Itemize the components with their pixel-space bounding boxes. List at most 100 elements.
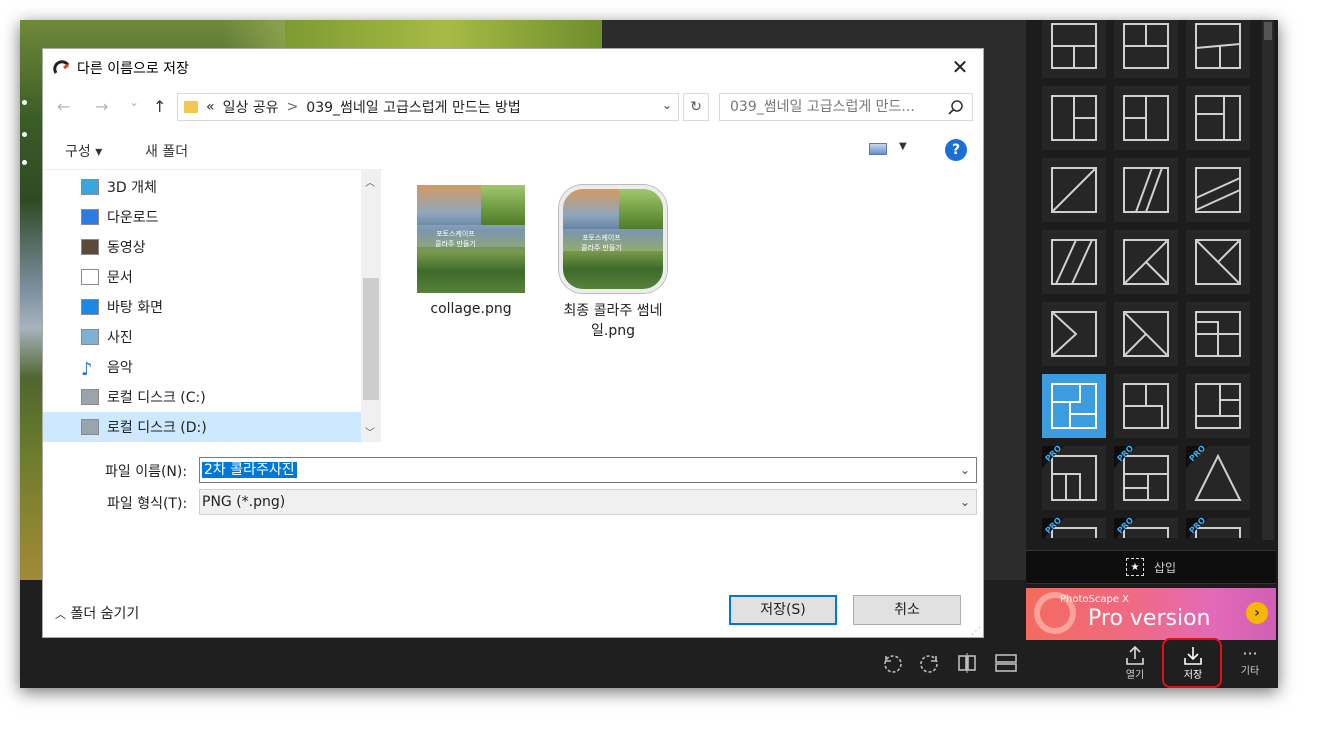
bottom-toolbar: 열기 저장 ··· 기타 bbox=[20, 640, 1278, 688]
insert-button[interactable]: ★ 삽입 bbox=[1026, 550, 1276, 584]
nav-item-label: 로컬 디스크 (C:) bbox=[107, 390, 206, 406]
frame-layout-option[interactable] bbox=[1186, 20, 1250, 78]
frame-layout-option[interactable] bbox=[1186, 374, 1250, 438]
filetype-label: 파일 형식(T): bbox=[107, 496, 188, 512]
frame-layout-option[interactable] bbox=[1114, 158, 1178, 222]
nav-item[interactable]: 다운로드 bbox=[81, 202, 381, 232]
frame-layout-option[interactable] bbox=[1114, 86, 1178, 150]
flip-horizontal-icon[interactable] bbox=[956, 652, 978, 674]
star-icon: ★ bbox=[1125, 558, 1144, 576]
recent-locations-icon[interactable]: ⌄ bbox=[129, 95, 139, 109]
search-input[interactable]: 039_썸네일 고급스럽게 만드... bbox=[719, 93, 973, 121]
open-button[interactable]: 열기 bbox=[1122, 644, 1148, 681]
file-thumbnail: 포토스케이프 콜라주 만들기 bbox=[417, 185, 525, 293]
frame-layout-option[interactable] bbox=[1042, 158, 1106, 222]
frame-layout-option[interactable] bbox=[1186, 230, 1250, 294]
nav-item-label: 동영상 bbox=[107, 240, 146, 256]
flip-vertical-icon[interactable] bbox=[994, 652, 1018, 674]
frame-layout-option[interactable] bbox=[1186, 86, 1250, 150]
nav-item-label: 사진 bbox=[107, 330, 133, 346]
filename-field[interactable]: 2차 콜라주사진 ⌄ bbox=[199, 457, 977, 483]
frame-layout-option[interactable]: PRO bbox=[1186, 444, 1250, 510]
document-icon bbox=[81, 269, 99, 285]
desktop-icon bbox=[81, 299, 99, 315]
layout-icon bbox=[1195, 311, 1241, 357]
layout-icon bbox=[1051, 311, 1097, 357]
rotate-right-icon[interactable] bbox=[918, 652, 940, 674]
file-item[interactable]: 포토스케이프 콜라주 만들기 collage.png bbox=[411, 185, 531, 317]
frame-layout-option[interactable]: PRO bbox=[1114, 444, 1178, 510]
frame-layout-option[interactable] bbox=[1114, 302, 1178, 366]
frames-scrollbar[interactable] bbox=[1262, 20, 1274, 540]
more-button[interactable]: ··· 기타 bbox=[1236, 646, 1264, 678]
promo-big-text: Pro version bbox=[1088, 606, 1211, 631]
nav-item[interactable]: ♪ 음악 bbox=[81, 352, 381, 382]
chevron-down-icon[interactable]: ⌄ bbox=[960, 458, 970, 482]
back-arrow-icon[interactable]: ← bbox=[57, 97, 70, 116]
scroll-down-icon[interactable]: ﹀ bbox=[365, 424, 375, 439]
rotate-left-icon[interactable] bbox=[882, 652, 904, 674]
frame-layout-option[interactable] bbox=[1042, 374, 1106, 438]
photo-dot bbox=[22, 160, 27, 165]
photo-dot bbox=[22, 132, 27, 137]
save-highlight-box bbox=[1162, 638, 1222, 688]
resize-grip-icon[interactable]: ⋰ bbox=[971, 626, 981, 637]
nav-item[interactable]: 로컬 디스크 (C:) bbox=[81, 382, 381, 412]
organize-button[interactable]: 구성 ▾ bbox=[65, 141, 102, 161]
nav-item-label: 바탕 화면 bbox=[107, 300, 163, 316]
thumb-text: 포토스케이프 콜라주 만들기 bbox=[581, 234, 622, 252]
new-folder-button[interactable]: 새 폴더 bbox=[145, 141, 188, 161]
nav-item[interactable]: 로컬 디스크 (D:) bbox=[43, 412, 361, 442]
photo-top-strip bbox=[285, 20, 605, 48]
nav-item[interactable]: 사진 bbox=[81, 322, 381, 352]
dialog-cancel-button[interactable]: 취소 bbox=[853, 595, 961, 625]
frame-layout-option[interactable] bbox=[1186, 302, 1250, 366]
cube-icon bbox=[81, 179, 99, 195]
breadcrumb-overflow[interactable]: « bbox=[206, 99, 215, 115]
frame-layout-option[interactable]: PRO bbox=[1186, 516, 1250, 538]
nav-item[interactable]: 3D 개체 bbox=[81, 172, 381, 202]
layout-icon bbox=[1195, 239, 1241, 285]
frame-layout-option[interactable]: PRO bbox=[1114, 516, 1178, 538]
frame-layout-option[interactable] bbox=[1114, 374, 1178, 438]
dialog-save-button[interactable]: 저장(S) bbox=[729, 595, 837, 625]
frame-layout-option[interactable] bbox=[1042, 86, 1106, 150]
close-icon[interactable]: ✕ bbox=[947, 55, 973, 79]
scrollbar-thumb[interactable] bbox=[1264, 22, 1272, 40]
help-icon[interactable]: ? bbox=[945, 139, 967, 161]
chevron-down-icon[interactable]: ⌄ bbox=[960, 490, 970, 514]
filename-label: 파일 이름(N): bbox=[105, 464, 188, 480]
frame-layout-option[interactable]: PRO bbox=[1042, 516, 1106, 538]
frame-layout-option[interactable] bbox=[1042, 302, 1106, 366]
navigation-pane: ︿ ﹀ 3D 개체 다운로드 동영상 문서 바탕 화면 사진 ♪ 음악 로컬 디스크 (C:) 로… bbox=[43, 169, 383, 442]
thumb-text: 포토스케이프 콜라주 만들기 bbox=[435, 230, 476, 248]
caret-down-icon[interactable]: ▼ bbox=[899, 141, 907, 152]
nav-item-label: 음악 bbox=[107, 360, 133, 376]
file-item[interactable]: 포토스케이프 콜라주 만들기 최종 콜라주 썸네 일.png bbox=[553, 185, 673, 341]
upload-icon bbox=[1126, 645, 1144, 665]
breadcrumb-item[interactable]: 039_썸네일 고급스럽게 만드는 방법 bbox=[306, 97, 521, 117]
view-mode-icon[interactable] bbox=[869, 143, 887, 155]
up-arrow-icon[interactable]: ↑ bbox=[153, 97, 166, 116]
nav-item[interactable]: 동영상 bbox=[81, 232, 381, 262]
layout-icon bbox=[1123, 383, 1169, 429]
address-bar[interactable]: « 일상 공유 > 039_썸네일 고급스럽게 만드는 방법 ⌄ bbox=[177, 93, 679, 121]
frame-layout-option[interactable] bbox=[1186, 158, 1250, 222]
frame-layout-option[interactable]: PRO bbox=[1042, 444, 1106, 510]
frame-layout-option[interactable] bbox=[1114, 230, 1178, 294]
breadcrumb-item[interactable]: 일상 공유 bbox=[223, 97, 279, 117]
frame-layout-option[interactable] bbox=[1042, 20, 1106, 78]
nav-item[interactable]: 바탕 화면 bbox=[81, 292, 381, 322]
frame-layout-option[interactable] bbox=[1042, 230, 1106, 294]
dialog-title: 다른 이름으로 저장 bbox=[77, 61, 189, 77]
frame-layout-option[interactable] bbox=[1114, 20, 1178, 78]
search-icon bbox=[948, 100, 963, 115]
refresh-icon[interactable]: ↻ bbox=[683, 93, 709, 121]
pro-version-banner[interactable]: PhotoScape X Pro version › bbox=[1026, 588, 1276, 640]
filetype-select[interactable]: PNG (*.png) ⌄ bbox=[199, 489, 977, 515]
forward-arrow-icon[interactable]: → bbox=[95, 97, 108, 116]
hide-folders-toggle[interactable]: ︿ 폴더 숨기기 bbox=[55, 603, 139, 623]
nav-item[interactable]: 문서 bbox=[81, 262, 381, 292]
filetype-value: PNG (*.png) bbox=[202, 494, 286, 510]
chevron-down-icon[interactable]: ⌄ bbox=[662, 98, 672, 112]
